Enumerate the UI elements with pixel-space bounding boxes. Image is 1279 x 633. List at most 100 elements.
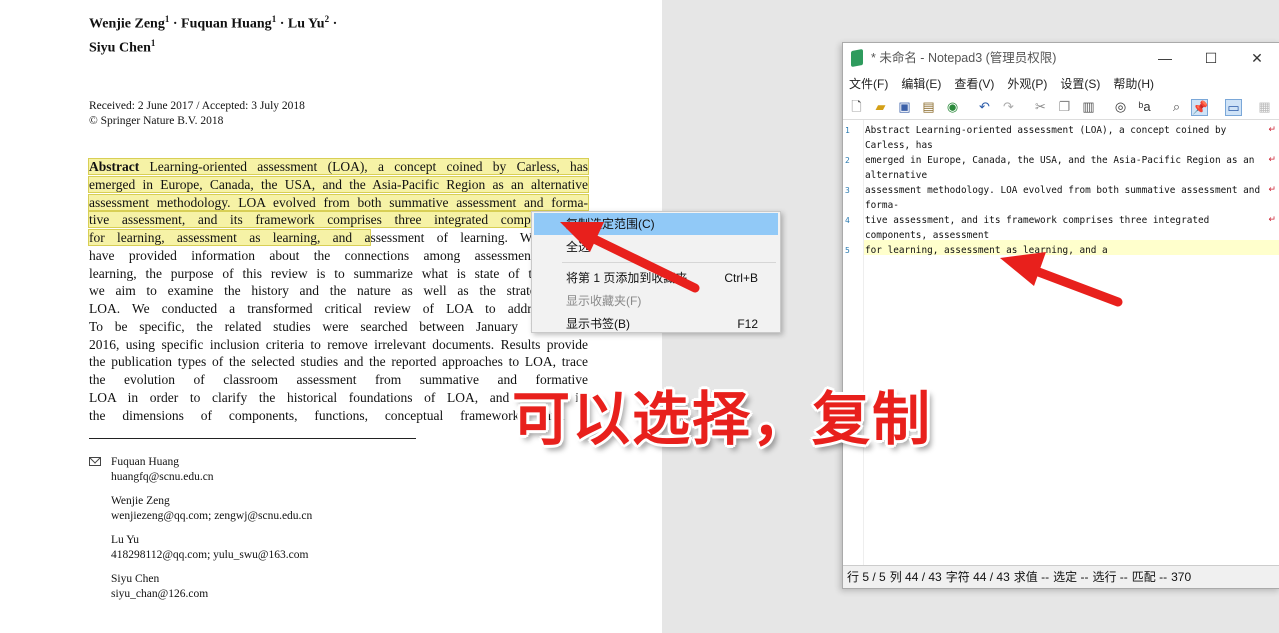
menu-item-label: 全选 — [566, 240, 591, 254]
minimize-icon[interactable]: — — [1142, 43, 1188, 73]
toolbar: 🗋 ▰ ▣ ▤ ◉ ↶ ↷ ✂ ❐ ▥ ◎ ᵇa ⌕ 📌 ▭ ▦ — [843, 95, 1279, 120]
wrap-marker-icon: ↵ — [1268, 184, 1276, 194]
contact-list: Fuquan Huang huangfq@scnu.edu.cn Wenjie Ze… — [89, 455, 312, 611]
paste-icon[interactable]: ▥ — [1081, 99, 1096, 114]
plain-text: the publication types of the selected st… — [89, 354, 588, 370]
plain-text: have provided information about the conn… — [89, 247, 588, 263]
menu-item-label: 显示收藏夹(F) — [566, 294, 642, 308]
author-separator: · — [276, 16, 288, 32]
menu-item-label: 显示书签(B) — [566, 317, 630, 331]
copy-icon[interactable]: ❐ — [1057, 99, 1072, 114]
received-accepted: Received: 2 June 2017 / Accepted: 3 July… — [89, 100, 305, 112]
context-menu-item[interactable]: 显示书签(B) F12 — [534, 313, 778, 335]
abstract-line: 2016, using specific inclusion criteria … — [89, 336, 588, 354]
menu-item[interactable]: 帮助(H) — [1113, 77, 1154, 91]
status-bar: 行 5 / 5列 44 / 43 字符 44 / 43 求值 -- 选定 -- 选行 -… — [843, 565, 1279, 588]
word-wrap-icon[interactable]: ▭ — [1225, 99, 1242, 116]
abstract-line: learning, the purpose of this review is … — [89, 265, 588, 283]
editor-line: tive assessment, and its framework compr… — [865, 213, 1265, 243]
contact-name: Wenjie Zeng — [111, 495, 170, 507]
line-number: 5 — [845, 246, 850, 255]
save-icon[interactable]: ▣ — [897, 99, 912, 114]
close-icon[interactable]: ✕ — [1234, 43, 1279, 73]
menu-item[interactable]: 文件(F) — [849, 77, 888, 91]
plain-text: we aim to examine the history and the na… — [89, 283, 588, 299]
pin-icon[interactable]: 📌 — [1191, 99, 1208, 116]
menu-item-shortcut: Ctrl+B — [724, 271, 758, 285]
status-field: 行 5 / 5 — [847, 570, 886, 584]
menu-item[interactable]: 设置(S) — [1060, 77, 1100, 91]
author-name: Siyu Chen — [89, 40, 151, 56]
settings-icon[interactable]: ▦ — [1257, 99, 1272, 114]
status-field: 求值 -- — [1013, 570, 1050, 584]
menu-item[interactable]: 查看(V) — [954, 77, 994, 91]
contact-entry: Wenjie Zeng wenjiezeng@qq.com; zengwj@scn… — [111, 494, 312, 524]
find-icon[interactable]: ◎ — [1113, 99, 1128, 114]
title-bar[interactable]: * 未命名 - Notepad3 (管理员权限) — ☐ ✕ — [843, 43, 1279, 73]
undo-icon[interactable]: ↶ — [977, 99, 992, 114]
menu-item-shortcut: F12 — [737, 317, 758, 331]
contact-email: huangfq@scnu.edu.cn — [111, 471, 214, 483]
author-line: Wenjie Zeng1 · Fuquan Huang1 · Lu Yu2 · — [89, 10, 337, 34]
cut-icon[interactable]: ✂ — [1033, 99, 1048, 114]
editor-line: assessment methodology. LOA evolved from… — [865, 183, 1265, 213]
plain-text: To be specific, the related studies were… — [89, 318, 588, 334]
selected-text: Learning-oriented assessment (LOA), a co… — [149, 159, 589, 174]
editor-line-row: Abstract Learning-oriented assessment (L… — [865, 125, 1227, 136]
editor-line-row: emerged in Europe, Canada, the USA, and … — [865, 155, 1255, 166]
line-number: 4 — [845, 216, 850, 225]
save-as-icon[interactable]: ▤ — [921, 99, 936, 114]
contact-entry: Siyu Chen siyu_chan@126.com — [111, 572, 312, 602]
contact-email: wenjiezeng@qq.com; zengwj@scnu.edu.cn — [111, 510, 313, 522]
abstract-line: we aim to examine the history and the na… — [89, 282, 588, 300]
author-separator: · — [329, 16, 338, 32]
new-file-icon[interactable]: 🗋 — [849, 99, 864, 114]
highlighted-text: for learning, assessment as learning, an… — [87, 229, 372, 246]
menu-item[interactable]: 编辑(E) — [901, 77, 941, 91]
editor-area[interactable]: 1 2 3 4 5 Abstract Learning-oriented assessm… — [843, 120, 1279, 566]
contact-name: Lu Yu — [111, 534, 140, 546]
context-menu-item[interactable]: 显示收藏夹(F) — [534, 290, 778, 312]
context-menu-item[interactable]: 复制选定范围(C) — [534, 213, 778, 235]
abstract-line: LOA. We conducted a transformed critical… — [89, 300, 588, 318]
copyright: © Springer Nature B.V. 2018 — [89, 115, 224, 127]
plain-text: 2016, using specific inclusion criteria … — [89, 336, 588, 352]
editor-line-row: components, assessment — [865, 230, 990, 241]
redo-icon[interactable]: ↷ — [1001, 99, 1016, 114]
contact-entry: Lu Yu 418298112@qq.com; yulu_swu@163.com — [111, 533, 312, 563]
abstract-line: Abstract Learning-oriented assessment (L… — [87, 158, 590, 176]
selected-text: emerged in Europe, Canada, the USA, and … — [89, 176, 588, 192]
menu-item-label: 复制选定范围(C) — [566, 217, 655, 231]
selected-text: for learning, assessment as learning, an… — [89, 230, 371, 245]
author-list: Wenjie Zeng1 · Fuquan Huang1 · Lu Yu2 · S… — [89, 10, 337, 57]
contact-email: 418298112@qq.com; yulu_swu@163.com — [111, 549, 309, 561]
line-number: 1 — [845, 126, 850, 135]
maximize-icon[interactable]: ☐ — [1188, 43, 1234, 73]
browse-icon[interactable]: ◉ — [945, 99, 960, 114]
context-menu-item[interactable]: 全选 — [534, 236, 778, 258]
annotation-caption: 可以选择，复制 — [512, 385, 933, 453]
notepad3-window: * 未命名 - Notepad3 (管理员权限) — ☐ ✕ 文件(F) 编辑(E… — [842, 42, 1279, 589]
author-separator: · — [169, 16, 182, 32]
replace-icon[interactable]: ᵇa — [1137, 99, 1152, 114]
zoom-icon[interactable]: ⌕ — [1169, 99, 1184, 114]
line-number: 3 — [845, 186, 850, 195]
contact-name: Fuquan Huang — [111, 456, 180, 468]
status-field: 370 — [1171, 570, 1192, 584]
open-folder-icon[interactable]: ▰ — [873, 99, 888, 114]
menu-item[interactable]: 外观(P) — [1007, 77, 1047, 91]
line-number: 2 — [845, 156, 850, 165]
contact-name: Siyu Chen — [111, 573, 160, 585]
abstract-line: have provided information about the conn… — [89, 247, 588, 265]
editor-line-row: assessment methodology. LOA evolved from… — [865, 185, 1261, 196]
context-menu-item[interactable]: 将第 1 页添加到收藏夹 Ctrl+B — [534, 267, 778, 289]
selected-text: assessment methodology. LOA evolved from… — [89, 194, 588, 210]
editor-line: Abstract Learning-oriented assessment (L… — [865, 123, 1265, 153]
wrap-marker-icon: ↵ — [1268, 154, 1276, 164]
plain-text: LOA. We conducted a transformed critical… — [89, 301, 588, 316]
author-name: Fuquan Huang — [181, 16, 272, 32]
author-name: Wenjie Zeng — [89, 16, 165, 32]
abstract-line: for learning, assessment as learning, an… — [87, 229, 588, 247]
abstract-line: To be specific, the related studies were… — [89, 318, 588, 336]
status-field: 选行 -- — [1092, 570, 1128, 584]
